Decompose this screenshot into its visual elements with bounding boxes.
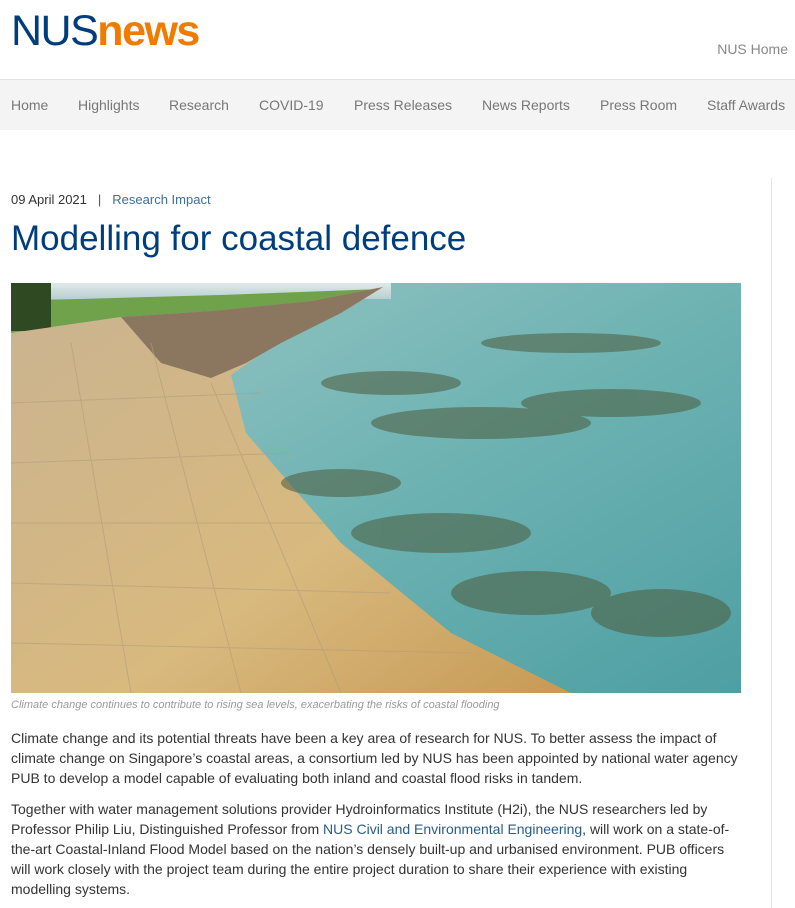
- image-caption: Climate change continues to contribute t…: [11, 699, 500, 711]
- article-category-link[interactable]: Research Impact: [112, 192, 210, 207]
- nus-cee-link[interactable]: NUS Civil and Environmental Engineering: [323, 821, 582, 837]
- article-title: Modelling for coastal defence: [11, 219, 467, 258]
- article-paragraph-1: Climate change and its potential threats…: [11, 730, 738, 786]
- nav-item-research[interactable]: Research: [169, 97, 229, 113]
- article-date: 09 April 2021: [11, 192, 87, 207]
- nus-home-link[interactable]: NUS Home: [717, 41, 788, 57]
- article-paragraph-2: Together with water management solutions…: [11, 799, 746, 899]
- logo-nus-text: NUS: [11, 7, 99, 55]
- nav-item-news-reports[interactable]: News Reports: [482, 97, 570, 113]
- sidebar-divider: [771, 178, 772, 908]
- meta-separator: |: [97, 192, 102, 207]
- nav-item-staff-awards[interactable]: Staff Awards: [707, 97, 785, 113]
- article-meta: 09 April 2021 | Research Impact: [11, 192, 211, 207]
- main-nav: Home Highlights Research COVID-19 Press …: [0, 80, 795, 130]
- nav-item-home[interactable]: Home: [11, 97, 48, 113]
- site-header: NUSnews NUS Home: [0, 0, 795, 80]
- nav-item-covid-19[interactable]: COVID-19: [259, 97, 324, 113]
- nav-item-press-room[interactable]: Press Room: [600, 97, 677, 113]
- nav-item-highlights[interactable]: Highlights: [78, 97, 139, 113]
- logo-news-text: news: [97, 7, 200, 55]
- hero-image: [11, 283, 741, 693]
- nav-item-press-releases[interactable]: Press Releases: [354, 97, 452, 113]
- nus-news-logo[interactable]: NUSnews: [11, 7, 200, 55]
